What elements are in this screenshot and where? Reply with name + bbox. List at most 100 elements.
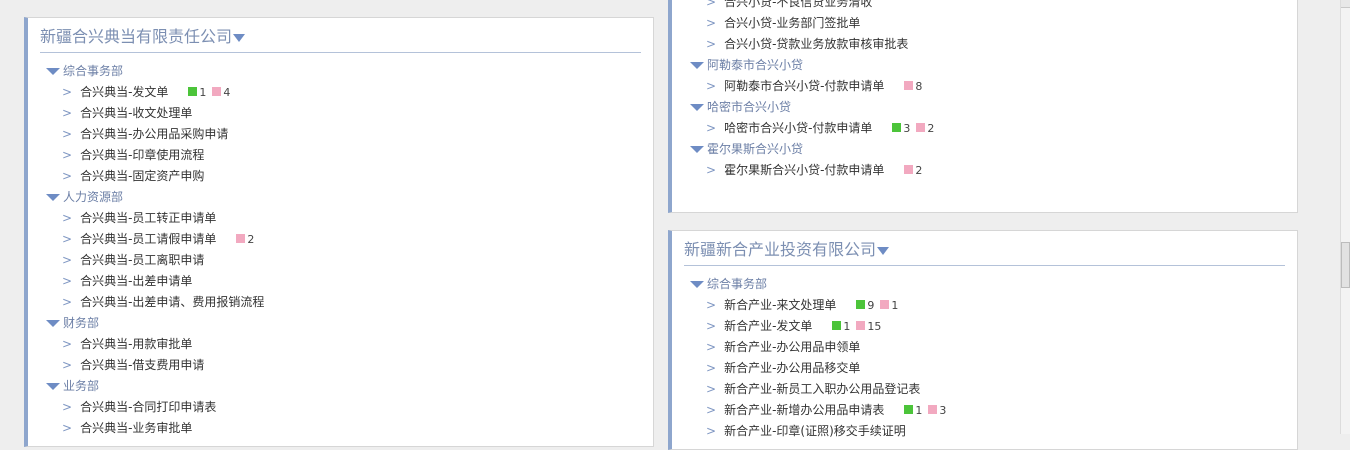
workflow-link[interactable]: 合兴小贷-贷款业务放款审核审批表 — [724, 37, 908, 51]
pending-count: 2 — [915, 164, 923, 177]
workflow-link[interactable]: 合兴小贷-不良信贷业务清收 — [724, 0, 872, 9]
workflow-link[interactable]: 合兴典当-业务审批单 — [80, 421, 192, 435]
pending-count-badge[interactable]: 1 — [880, 295, 898, 316]
workflow-link[interactable]: 合兴典当-借支费用申请 — [80, 358, 204, 372]
chevron-right-icon: > — [706, 340, 717, 354]
workflow-item[interactable]: > 哈密市合兴小贷-付款申请单 3 2 — [672, 118, 1297, 139]
workflow-item[interactable]: > 新合产业-印章(证照)移交手续证明 — [672, 421, 1297, 442]
workflow-link[interactable]: 合兴典当-收文处理单 — [80, 106, 192, 120]
chevron-right-icon: > — [62, 211, 73, 225]
workflow-link[interactable]: 合兴典当-印章使用流程 — [80, 148, 204, 162]
workflow-link[interactable]: 合兴典当-合同打印申请表 — [80, 400, 216, 414]
pending-count-badge[interactable]: 8 — [904, 76, 922, 97]
workflow-link[interactable]: 新合产业-办公用品申领单 — [724, 340, 860, 354]
workflow-link[interactable]: 合兴典当-员工转正申请单 — [80, 211, 216, 225]
workflow-link[interactable]: 哈密市合兴小贷-付款申请单 — [724, 121, 872, 135]
workflow-item[interactable]: > 新合产业-办公用品申领单 — [672, 337, 1297, 358]
workflow-item[interactable]: > 合兴典当-办公用品采购申请 — [28, 124, 653, 145]
workflow-item[interactable]: > 合兴典当-出差申请单 — [28, 271, 653, 292]
workflow-link[interactable]: 新合产业-印章(证照)移交手续证明 — [724, 424, 906, 438]
workflow-item[interactable]: > 新合产业-新增办公用品申请表 1 3 — [672, 400, 1297, 421]
dept-header[interactable]: 人力资源部 — [28, 187, 653, 208]
workflow-link[interactable]: 合兴典当-员工请假申请单 — [80, 232, 216, 246]
dept-header[interactable]: 阿勒泰市合兴小贷 — [672, 55, 1297, 76]
triangle-down-icon[interactable] — [690, 62, 704, 69]
panel-title[interactable]: 新疆新合产业投资有限公司 — [684, 237, 1285, 266]
workflow-item[interactable]: > 合兴典当-业务审批单 — [28, 418, 653, 439]
workflow-list: > 合兴小贷-不良信贷业务清收 > 合兴小贷-业务部门签批单 > 合兴小贷-贷款业务放款审… — [672, 0, 1297, 181]
workflow-link[interactable]: 新合产业-新增办公用品申请表 — [724, 403, 884, 417]
triangle-down-icon[interactable] — [877, 246, 890, 255]
workflow-item[interactable]: > 合兴典当-合同打印申请表 — [28, 397, 653, 418]
scroll-up-button[interactable] — [1341, 0, 1350, 8]
pending-count-badge[interactable]: 2 — [236, 229, 254, 250]
workflow-link[interactable]: 合兴典当-办公用品采购申请 — [80, 127, 228, 141]
new-count-badge[interactable]: 9 — [856, 295, 874, 316]
workflow-link[interactable]: 合兴典当-出差申请单 — [80, 274, 192, 288]
scrollbar-thumb[interactable] — [1341, 242, 1350, 288]
triangle-down-icon[interactable] — [233, 33, 246, 42]
vertical-scrollbar[interactable] — [1340, 0, 1350, 434]
new-count-badge[interactable]: 3 — [892, 118, 910, 139]
new-count-badge[interactable]: 1 — [904, 400, 922, 421]
workflow-link[interactable]: 合兴典当-员工离职申请 — [80, 253, 204, 267]
dept-header[interactable]: 财务部 — [28, 313, 653, 334]
chevron-right-icon: > — [706, 16, 717, 30]
workflow-link[interactable]: 新合产业-来文处理单 — [724, 298, 836, 312]
workflow-item[interactable]: > 合兴典当-固定资产申购 — [28, 166, 653, 187]
triangle-down-icon[interactable] — [46, 320, 60, 327]
workflow-item[interactable]: > 新合产业-办公用品移交单 — [672, 358, 1297, 379]
green-square-icon — [832, 321, 842, 330]
workflow-item[interactable]: > 合兴典当-员工请假申请单 2 — [28, 229, 653, 250]
workflow-item[interactable]: > 合兴典当-用款审批单 — [28, 334, 653, 355]
panel-title[interactable]: 新疆合兴典当有限责任公司 — [40, 24, 641, 53]
triangle-down-icon[interactable] — [46, 383, 60, 390]
workflow-item[interactable]: > 合兴典当-印章使用流程 — [28, 145, 653, 166]
pink-square-icon — [916, 123, 926, 132]
dept-header[interactable]: 综合事务部 — [672, 274, 1297, 295]
dept-header[interactable]: 业务部 — [28, 376, 653, 397]
workflow-link[interactable]: 合兴典当-出差申请、费用报销流程 — [80, 295, 264, 309]
workflow-link[interactable]: 新合产业-发文单 — [724, 319, 812, 333]
workflow-link[interactable]: 合兴典当-固定资产申购 — [80, 169, 204, 183]
workflow-item[interactable]: > 合兴典当-出差申请、费用报销流程 — [28, 292, 653, 313]
chevron-right-icon: > — [62, 169, 73, 183]
pending-count-badge[interactable]: 15 — [856, 316, 881, 337]
workflow-link[interactable]: 霍尔果斯合兴小贷-付款申请单 — [724, 163, 884, 177]
workflow-link[interactable]: 合兴小贷-业务部门签批单 — [724, 16, 860, 30]
new-count-badge[interactable]: 1 — [188, 82, 206, 103]
workflow-link[interactable]: 阿勒泰市合兴小贷-付款申请单 — [724, 79, 884, 93]
workflow-item[interactable]: > 新合产业-发文单 1 15 — [672, 316, 1297, 337]
workflow-link[interactable]: 新合产业-办公用品移交单 — [724, 361, 860, 375]
triangle-down-icon[interactable] — [46, 68, 60, 75]
workflow-item[interactable]: > 合兴典当-借支费用申请 — [28, 355, 653, 376]
workflow-item[interactable]: > 合兴小贷-不良信贷业务清收 — [672, 0, 1297, 13]
workflow-item[interactable]: > 合兴小贷-贷款业务放款审核审批表 — [672, 34, 1297, 55]
pending-count-badge[interactable]: 3 — [928, 400, 946, 421]
workflow-item[interactable]: > 新合产业-来文处理单 9 1 — [672, 295, 1297, 316]
dept-header[interactable]: 综合事务部 — [28, 61, 653, 82]
workflow-item[interactable]: > 阿勒泰市合兴小贷-付款申请单 8 — [672, 76, 1297, 97]
triangle-down-icon[interactable] — [690, 146, 704, 153]
pending-count: 2 — [927, 122, 935, 135]
workflow-item[interactable]: > 新合产业-新员工入职办公用品登记表 — [672, 379, 1297, 400]
triangle-down-icon[interactable] — [690, 104, 704, 111]
workflow-item[interactable]: > 霍尔果斯合兴小贷-付款申请单 2 — [672, 160, 1297, 181]
pending-count-badge[interactable]: 2 — [916, 118, 934, 139]
workflow-item[interactable]: > 合兴典当-员工转正申请单 — [28, 208, 653, 229]
dept-header[interactable]: 哈密市合兴小贷 — [672, 97, 1297, 118]
pending-count-badge[interactable]: 4 — [212, 82, 230, 103]
new-count-badge[interactable]: 1 — [832, 316, 850, 337]
workflow-item[interactable]: > 合兴典当-员工离职申请 — [28, 250, 653, 271]
triangle-down-icon[interactable] — [46, 194, 60, 201]
dept-label: 阿勒泰市合兴小贷 — [707, 58, 804, 72]
workflow-link[interactable]: 合兴典当-用款审批单 — [80, 337, 192, 351]
triangle-down-icon[interactable] — [690, 281, 704, 288]
workflow-item[interactable]: > 合兴典当-收文处理单 — [28, 103, 653, 124]
dept-header[interactable]: 霍尔果斯合兴小贷 — [672, 139, 1297, 160]
pending-count-badge[interactable]: 2 — [904, 160, 922, 181]
workflow-link[interactable]: 新合产业-新员工入职办公用品登记表 — [724, 382, 920, 396]
workflow-item[interactable]: > 合兴典当-发文单 1 4 — [28, 82, 653, 103]
workflow-link[interactable]: 合兴典当-发文单 — [80, 85, 168, 99]
workflow-item[interactable]: > 合兴小贷-业务部门签批单 — [672, 13, 1297, 34]
